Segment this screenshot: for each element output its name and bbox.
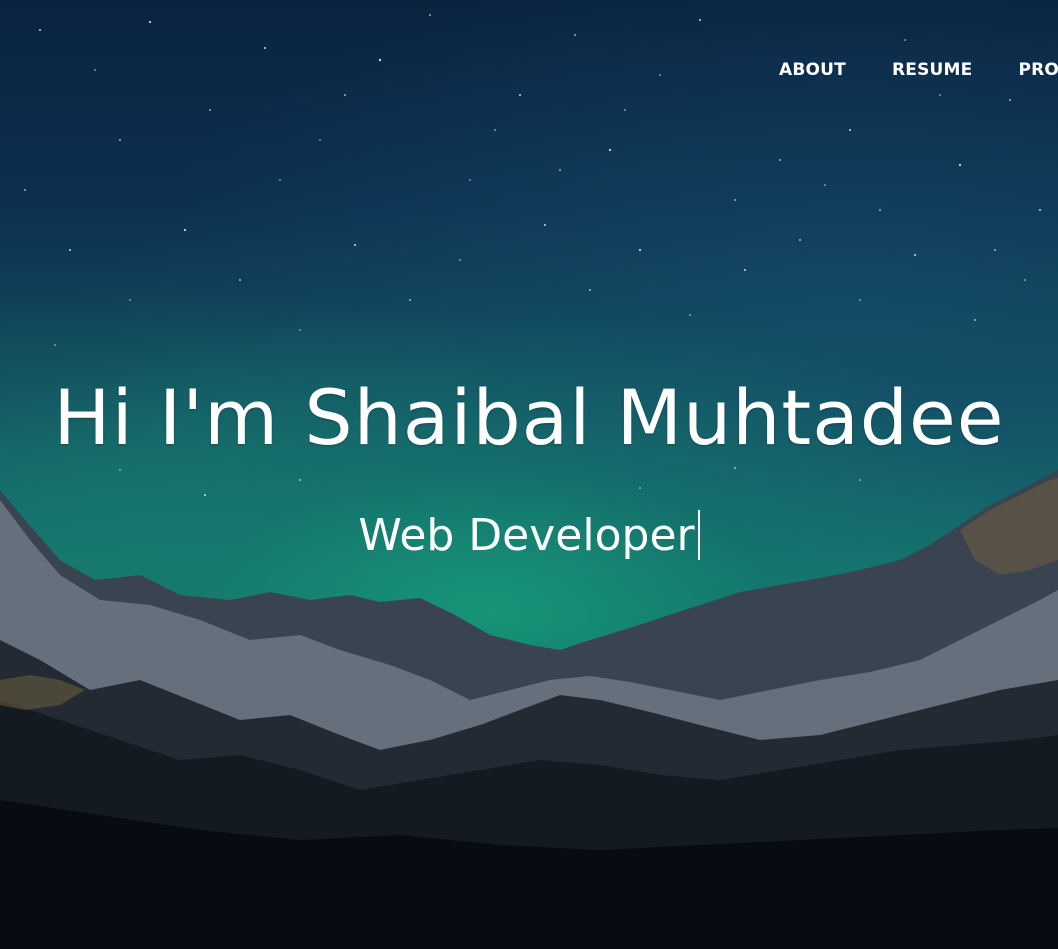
top-navigation: ABOUT RESUME PROJ — [779, 60, 1058, 80]
mountain-range — [0, 470, 1058, 949]
typing-cursor — [697, 510, 700, 560]
hero-subtitle-wrapper: Web Developer — [0, 506, 1058, 566]
hero-headline: Hi I'm Shaibal Muhtadee — [53, 373, 1005, 462]
nav-link-projects[interactable]: PROJ — [1018, 60, 1058, 80]
nav-link-about[interactable]: ABOUT — [779, 60, 846, 80]
hero-subtitle: Web Developer — [358, 510, 695, 561]
nav-link-resume[interactable]: RESUME — [892, 60, 972, 80]
hero-section: ABOUT RESUME PROJ Hi I'm Shaibal Muhtade… — [0, 0, 1058, 949]
